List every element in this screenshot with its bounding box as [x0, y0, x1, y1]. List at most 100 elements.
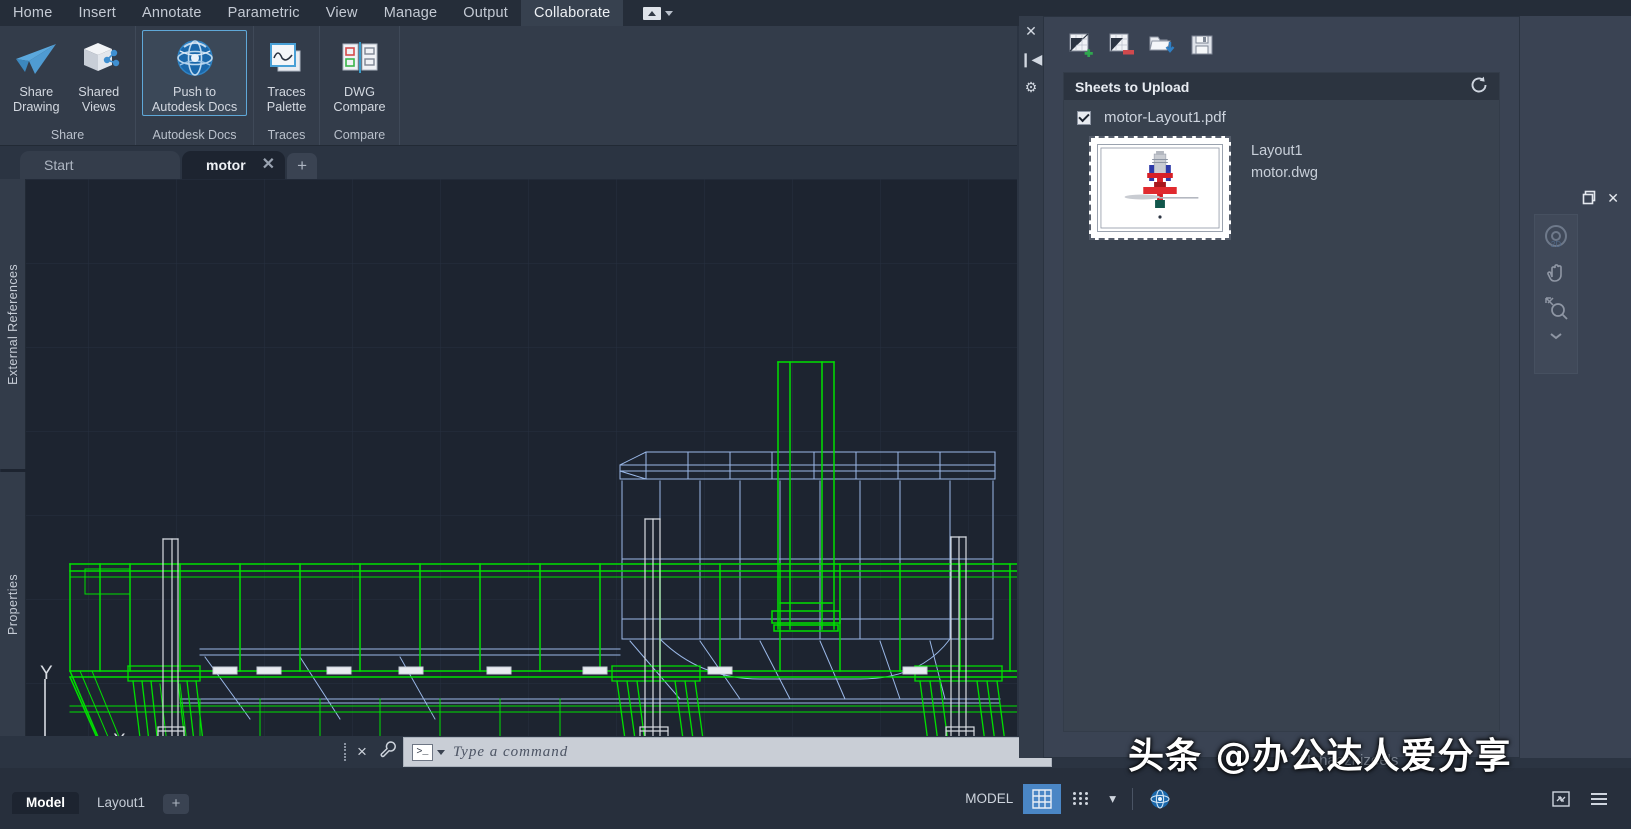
command-line-customize-icon[interactable]	[374, 741, 403, 763]
sheet-filename: motor-Layout1.pdf	[1104, 109, 1226, 126]
command-input-box[interactable]: >_ Type a command	[402, 737, 1052, 767]
remove-sheet-button[interactable]	[1106, 30, 1138, 60]
dwg-compare-button[interactable]: DWG Compare	[326, 30, 393, 116]
new-layout-button[interactable]: +	[163, 793, 190, 814]
ribbon-tab-label: Home	[13, 5, 53, 21]
customization-menu-icon	[1591, 792, 1607, 805]
refresh-icon[interactable]	[1470, 76, 1488, 97]
layout-tab-model[interactable]: Model	[12, 791, 79, 814]
new-tab-label: +	[297, 156, 308, 175]
sheets-to-upload-list: Sheets to Upload motor-Layout1.pdf Layou…	[1063, 72, 1500, 732]
layout-tab-layout1[interactable]: Layout1	[83, 792, 159, 814]
close-icon[interactable]: ✕	[262, 157, 275, 173]
auto-hide-label: ❙◀	[1019, 51, 1043, 67]
restore-window-icon[interactable]	[1582, 190, 1597, 207]
sidebar-panel-properties[interactable]: Properties	[0, 472, 26, 736]
ribbon-tab-label: Collaborate	[534, 5, 611, 21]
sheets-to-upload-title: Sheets to Upload	[1075, 78, 1190, 95]
file-tab-motor[interactable]: motor ✕	[182, 151, 286, 179]
external-references-label: External References	[5, 263, 20, 385]
traces-palette-icon	[264, 35, 310, 83]
save-icon	[1191, 35, 1213, 54]
grid-display-icon	[1032, 788, 1052, 809]
ribbon-tab-label: Annotate	[141, 5, 202, 21]
panel-properties-icon[interactable]: ⚙	[1025, 80, 1038, 94]
ribbon-tab-annotate[interactable]: Annotate	[129, 0, 215, 26]
ribbon-tab-insert[interactable]: Insert	[65, 0, 128, 26]
space-toggle-label: MODEL	[965, 791, 1014, 806]
new-file-tab-button[interactable]: +	[287, 153, 318, 179]
snap-mode-dropdown[interactable]: ▾	[1101, 784, 1124, 814]
ucs-x-label: X	[113, 731, 126, 736]
close-icon[interactable]: ✕	[1607, 191, 1619, 205]
ribbon-minimize-button[interactable]	[633, 0, 683, 26]
ribbon-tab-label: Parametric	[227, 5, 300, 21]
sheet-checkbox[interactable]	[1077, 110, 1091, 125]
save-button[interactable]	[1186, 30, 1218, 60]
chevron-down-icon[interactable]	[436, 749, 445, 755]
ribbon-group-share: Share Drawing Shared Views Share	[0, 26, 136, 145]
snap-mode-icon	[1071, 790, 1091, 808]
sheet-thumbnail[interactable]	[1089, 136, 1231, 240]
command-line-grip[interactable]	[340, 741, 350, 763]
dwg-compare-icon	[337, 35, 383, 83]
drawing-canvas[interactable]: X Y	[0, 179, 1017, 736]
file-tab-bar: Start motor ✕ +	[0, 146, 1017, 179]
sheet-list-item[interactable]: motor-Layout1.pdf	[1064, 100, 1499, 126]
ribbon-tab-output[interactable]: Output	[450, 0, 521, 26]
navigation-bar[interactable]: 2D	[1534, 214, 1578, 374]
add-sheet-icon	[1069, 33, 1093, 57]
snap-mode-toggle[interactable]	[1063, 784, 1099, 814]
push-to-docs-label-2: Autodesk Docs	[151, 100, 238, 114]
push-to-autodesk-docs-panel: Sheets to Upload motor-Layout1.pdf Layou…	[1043, 16, 1520, 758]
traces-palette-button[interactable]: Traces Palette	[260, 30, 313, 116]
shared-views-button[interactable]: Shared Views	[69, 30, 130, 116]
open-folder-icon	[1149, 36, 1175, 53]
ribbon-tab-parametric[interactable]: Parametric	[215, 0, 313, 26]
ribbon-tab-label: Output	[463, 5, 509, 21]
sheet-metadata: Layout1 motor.dwg	[1251, 136, 1318, 240]
share-drawing-label-2: Drawing	[12, 100, 60, 114]
panel-properties-label: ⚙	[1024, 79, 1038, 95]
command-line-close-icon[interactable]: ×	[350, 742, 374, 762]
chevron-down-icon	[665, 10, 674, 16]
sheet-source-dwg: motor.dwg	[1251, 165, 1318, 181]
clean-screen-button[interactable]	[1543, 784, 1579, 814]
dwg-compare-label-2: Compare	[333, 100, 386, 114]
add-sheet-button[interactable]	[1066, 30, 1098, 60]
ribbon-tab-view[interactable]: View	[313, 0, 371, 26]
grid-display-toggle[interactable]	[1023, 783, 1062, 814]
ribbon-group-compare: DWG Compare Compare	[320, 26, 400, 145]
sidebar-panel-external-references[interactable]: External References	[0, 179, 26, 469]
open-folder-button[interactable]	[1146, 30, 1178, 60]
close-icon[interactable]: ✕	[1025, 24, 1037, 38]
shared-views-icon	[76, 35, 122, 83]
ribbon-group-title-traces: Traces	[267, 128, 306, 142]
command-prompt-icon: >_	[411, 743, 433, 761]
traces-palette-label-1: Traces	[267, 85, 306, 99]
layout-tab-label: Layout1	[97, 795, 146, 810]
dwg-compare-label-1: DWG	[343, 85, 375, 99]
auto-hide-icon[interactable]: ❙◀	[1020, 52, 1043, 66]
remove-sheet-icon	[1109, 33, 1134, 54]
ribbon-tab-home[interactable]: Home	[0, 0, 65, 26]
autodesk-docs-status-button[interactable]	[1141, 784, 1179, 814]
clean-screen-icon	[1552, 790, 1570, 807]
shared-views-label-2: Views	[81, 100, 116, 114]
ribbon-tab-label: View	[325, 5, 358, 21]
share-drawing-button[interactable]: Share Drawing	[6, 30, 67, 116]
sheet-preview-row[interactable]: Layout1 motor.dwg	[1064, 126, 1499, 240]
chevron-down-icon: ▾	[1109, 790, 1116, 806]
ribbon-group-title-autodesk-docs: Autodesk Docs	[152, 128, 237, 142]
model-space-toggle[interactable]: MODEL	[957, 784, 1021, 814]
customization-menu-button[interactable]	[1581, 784, 1617, 814]
layout-tab-label: Model	[26, 795, 65, 810]
sheets-to-upload-header: Sheets to Upload	[1064, 73, 1499, 100]
ribbon-tab-collaborate[interactable]: Collaborate	[521, 0, 624, 26]
file-tab-start[interactable]: Start	[20, 151, 180, 179]
push-to-autodesk-docs-button[interactable]: Push to Autodesk Docs	[142, 30, 247, 116]
ribbon-tab-manage[interactable]: Manage	[371, 0, 451, 26]
autocad-window: Home Insert Annotate Parametric View Man…	[0, 0, 1631, 829]
navbar-more-icon	[1550, 333, 1562, 340]
command-input[interactable]: Type a command	[453, 744, 568, 761]
